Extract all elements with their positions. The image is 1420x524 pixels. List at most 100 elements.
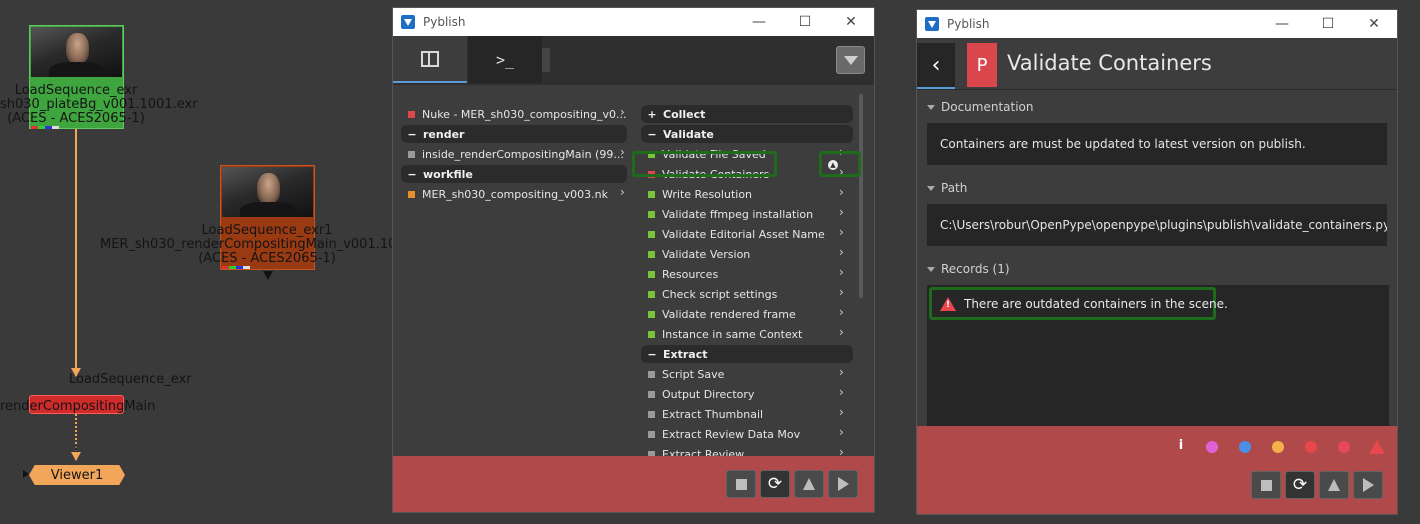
- list-item-label: Extract Review: [662, 447, 745, 457]
- list-item[interactable]: Script Save ›: [648, 364, 849, 384]
- record-item[interactable]: ! There are outdated containers in the s…: [929, 287, 1228, 320]
- filter-icon: [843, 55, 858, 65]
- group-header[interactable]: + Collect: [641, 105, 853, 123]
- titlebar: Pyblish — ☐ ✕: [393, 8, 874, 36]
- list-item[interactable]: inside_renderCompositingMain (99... ›: [408, 144, 630, 164]
- node-graph[interactable]: LoadSequence_exr sh030_plateBg_v001.1001…: [0, 0, 397, 524]
- plugin-action-icon[interactable]: ▲: [828, 160, 838, 170]
- plugin-list-scrollbar[interactable]: [859, 94, 863, 298]
- titlebar-detail: Pyblish — ☐ ✕: [917, 10, 1397, 38]
- chevron-right-icon[interactable]: ›: [839, 305, 844, 319]
- list-item[interactable]: Write Resolution ›: [648, 184, 849, 204]
- chevron-right-icon[interactable]: ›: [839, 405, 844, 419]
- read-node-1-name: LoadSequence_exr: [14, 83, 138, 98]
- validate-button[interactable]: [794, 470, 824, 498]
- chevron-right-icon[interactable]: ›: [839, 265, 844, 279]
- chevron-right-icon[interactable]: ›: [839, 245, 844, 259]
- chevron-right-icon[interactable]: ›: [839, 225, 844, 239]
- highlight-action-button: [819, 151, 861, 177]
- records-section-toggle[interactable]: Records (1): [927, 262, 1010, 276]
- chevron-right-icon[interactable]: ›: [839, 185, 844, 199]
- minimize-icon[interactable]: —: [736, 14, 782, 30]
- stop-button[interactable]: [1251, 471, 1281, 499]
- log-filter-dot[interactable]: [1305, 441, 1317, 453]
- read-node-2-file: MER_sh030_renderCompositingMain_v001.10: [100, 237, 397, 252]
- group-header[interactable]: − Validate: [641, 125, 853, 143]
- list-item[interactable]: Check script settings ›: [648, 284, 849, 304]
- list-item[interactable]: Output Directory ›: [648, 384, 849, 404]
- reset-button[interactable]: ⟳: [1285, 471, 1315, 499]
- warning-filter-icon[interactable]: [1369, 440, 1385, 454]
- documentation-section-toggle[interactable]: Documentation: [927, 100, 1034, 114]
- plugin-type-badge: P: [967, 43, 997, 87]
- list-item-label: Extract Thumbnail: [662, 407, 764, 421]
- status-square-icon: [648, 330, 655, 338]
- list-item[interactable]: Resources ›: [648, 264, 849, 284]
- maximize-icon[interactable]: ☐: [1305, 16, 1351, 32]
- chevron-right-icon[interactable]: ›: [620, 145, 625, 159]
- read-node-2-output-arrow: [263, 271, 273, 280]
- validate-button[interactable]: [1319, 471, 1349, 499]
- maximize-icon[interactable]: ☐: [782, 14, 828, 30]
- status-square-icon: [648, 430, 655, 438]
- publish-button[interactable]: [1353, 471, 1383, 499]
- chevron-right-icon[interactable]: ›: [620, 105, 625, 119]
- log-filter-dot[interactable]: [1272, 441, 1284, 453]
- status-square-icon: [648, 190, 655, 198]
- back-button[interactable]: ‹: [917, 43, 955, 89]
- viewer-node-label: Viewer1: [50, 468, 104, 483]
- status-square-icon: [648, 290, 655, 298]
- chevron-right-icon[interactable]: ›: [839, 365, 844, 379]
- log-filter-dot[interactable]: [1239, 441, 1251, 453]
- publish-button[interactable]: [828, 470, 858, 498]
- status-square-icon: [648, 390, 655, 398]
- chevron-right-icon[interactable]: ›: [620, 185, 625, 199]
- list-item-label: Validate Version: [662, 247, 751, 261]
- path-section-toggle[interactable]: Path: [927, 181, 967, 195]
- log-filter-dot[interactable]: [1338, 441, 1350, 453]
- reset-button[interactable]: ⟳: [760, 470, 790, 498]
- documentation-text: Containers are must be updated to latest…: [927, 123, 1387, 165]
- info-icon[interactable]: i: [1175, 438, 1187, 453]
- stop-icon: [735, 478, 747, 490]
- list-item[interactable]: Validate Version ›: [648, 244, 849, 264]
- list-item-label: Nuke - MER_sh030_compositing_v0...: [422, 107, 627, 121]
- close-icon[interactable]: ✕: [828, 14, 874, 30]
- filter-button[interactable]: [836, 46, 865, 74]
- documentation-label: Documentation: [941, 100, 1034, 114]
- tab-spacer: [542, 48, 550, 72]
- list-item[interactable]: MER_sh030_compositing_v003.nk ›: [408, 184, 630, 204]
- chevron-right-icon[interactable]: ›: [839, 325, 844, 339]
- pyblish-window-main: Pyblish — ☐ ✕ >_ Nuke - MER_sh030_compos…: [392, 7, 875, 513]
- group-toggle-icon: −: [647, 127, 657, 141]
- list-item[interactable]: Extract Review Data Mov ›: [648, 424, 849, 444]
- list-item[interactable]: Instance in same Context ›: [648, 324, 849, 344]
- list-item-label: Check script settings: [662, 287, 778, 301]
- group-label: Extract: [663, 347, 708, 361]
- chevron-right-icon[interactable]: ›: [839, 285, 844, 299]
- list-item-label: Resources: [662, 267, 719, 281]
- list-item[interactable]: Validate Editorial Asset Name ›: [648, 224, 849, 244]
- group-header[interactable]: − workfile: [401, 165, 627, 183]
- chevron-right-icon[interactable]: ›: [839, 205, 844, 219]
- group-header[interactable]: − render: [401, 125, 627, 143]
- highlight-validate-containers: [632, 151, 777, 177]
- list-item[interactable]: Extract Thumbnail ›: [648, 404, 849, 424]
- list-item[interactable]: Validate rendered frame ›: [648, 304, 849, 324]
- records-label: Records (1): [941, 262, 1010, 276]
- chevron-right-icon[interactable]: ›: [839, 445, 844, 456]
- window-title: Pyblish: [423, 15, 466, 29]
- chevron-right-icon[interactable]: ›: [839, 385, 844, 399]
- tab-terminal[interactable]: >_: [468, 36, 542, 83]
- stop-button[interactable]: [726, 470, 756, 498]
- tab-overview[interactable]: [393, 36, 467, 83]
- chevron-right-icon[interactable]: ›: [839, 425, 844, 439]
- path-text: C:\Users\robur\OpenPype\openpype\plugins…: [927, 204, 1387, 246]
- close-icon[interactable]: ✕: [1351, 16, 1397, 32]
- minimize-icon[interactable]: —: [1259, 16, 1305, 32]
- list-item[interactable]: Nuke - MER_sh030_compositing_v0... ›: [408, 104, 630, 124]
- log-filter-dot[interactable]: [1206, 441, 1218, 453]
- list-item[interactable]: Validate ffmpeg installation ›: [648, 204, 849, 224]
- group-header[interactable]: − Extract: [641, 345, 853, 363]
- list-item[interactable]: Extract Review ›: [648, 444, 849, 456]
